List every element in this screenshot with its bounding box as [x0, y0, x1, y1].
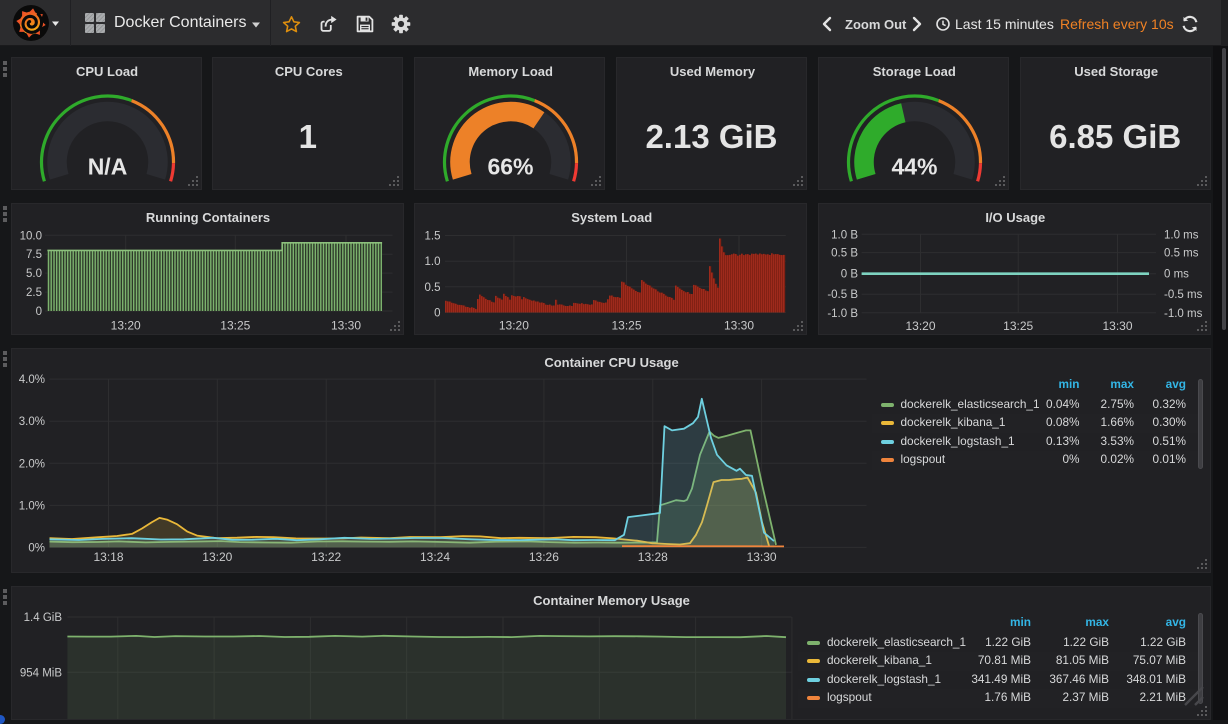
svg-text:66%: 66% — [488, 154, 534, 180]
svg-text:1.5: 1.5 — [425, 231, 441, 243]
svg-text:13:25: 13:25 — [220, 319, 250, 333]
svg-text:13:25: 13:25 — [612, 319, 642, 333]
svg-text:-0.5 ms: -0.5 ms — [1164, 289, 1203, 301]
svg-text:-1.0 ms: -1.0 ms — [1164, 308, 1203, 320]
svg-text:13:20: 13:20 — [905, 319, 935, 333]
svg-text:13:30: 13:30 — [724, 319, 754, 333]
svg-text:13:20: 13:20 — [110, 319, 140, 333]
svg-text:0.5: 0.5 — [425, 282, 441, 294]
svg-text:0.5 B: 0.5 B — [831, 248, 858, 260]
svg-text:0 B: 0 B — [841, 269, 859, 281]
svg-text:0: 0 — [35, 306, 41, 318]
svg-text:1.0: 1.0 — [425, 256, 441, 268]
svg-text:0.5 ms: 0.5 ms — [1164, 248, 1199, 260]
svg-text:13:25: 13:25 — [1003, 319, 1033, 333]
svg-text:5.0: 5.0 — [26, 268, 42, 280]
svg-text:7.5: 7.5 — [26, 249, 42, 261]
svg-text:13:30: 13:30 — [330, 319, 360, 333]
svg-text:10.0: 10.0 — [19, 230, 41, 242]
svg-text:-0.5 B: -0.5 B — [827, 289, 858, 301]
svg-text:0 ms: 0 ms — [1164, 269, 1189, 281]
svg-text:-1.0 B: -1.0 B — [827, 308, 858, 320]
svg-text:N/A: N/A — [87, 154, 127, 180]
svg-text:13:30: 13:30 — [1102, 319, 1132, 333]
svg-text:13:20: 13:20 — [499, 319, 529, 333]
svg-text:44%: 44% — [891, 154, 937, 180]
svg-text:2.5: 2.5 — [26, 287, 42, 299]
svg-text:0: 0 — [434, 308, 440, 320]
svg-text:1.0 ms: 1.0 ms — [1164, 229, 1199, 241]
svg-text:1.0 B: 1.0 B — [831, 229, 858, 241]
